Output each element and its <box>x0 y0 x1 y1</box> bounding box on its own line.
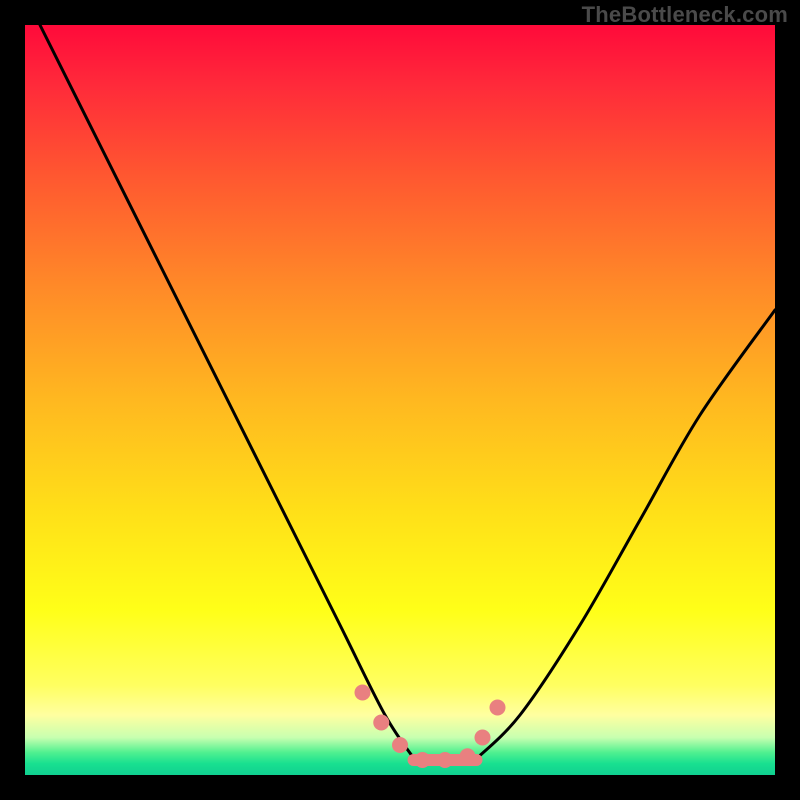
chart-svg <box>25 25 775 775</box>
highlight-marker <box>415 752 431 768</box>
highlight-marker <box>392 737 408 753</box>
attribution-text: TheBottleneck.com <box>582 2 788 28</box>
highlight-marker <box>437 752 453 768</box>
highlight-marker <box>460 748 476 764</box>
highlight-marker <box>355 685 371 701</box>
highlight-marker <box>490 700 506 716</box>
highlight-marker <box>373 715 389 731</box>
chart-area <box>25 25 775 775</box>
right-curve <box>475 310 775 760</box>
highlight-marker <box>475 730 491 746</box>
left-curve <box>40 25 415 760</box>
